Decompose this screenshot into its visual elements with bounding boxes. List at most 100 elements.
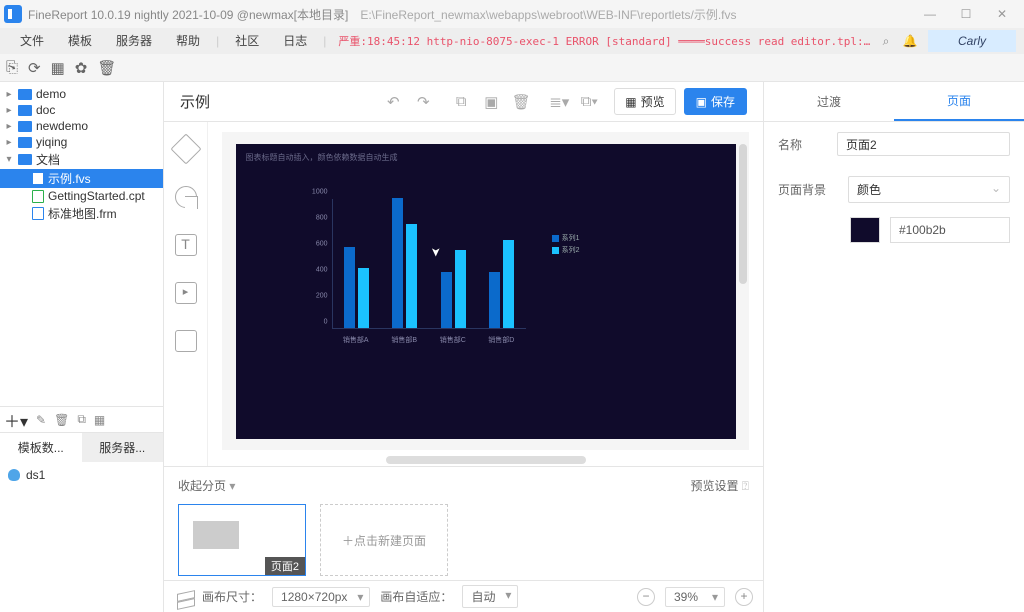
pages-panel: 收起分页 预览设置 页面2 ＋ 点击新建页面 (164, 466, 763, 580)
canvas-viewport[interactable]: 图表标题自动插入，颜色依赖数据自动生成 02004006008001000 销售… (222, 132, 749, 450)
undo-button[interactable]: ↶ (378, 93, 408, 111)
redo-button[interactable]: ↷ (408, 93, 438, 111)
document-toolbar: 示例 ↶ ↷ ⧉ ▣ 🗑 ≣▾ ⧉▾ ▦预览 ▣保存 (164, 82, 763, 122)
maximize-button[interactable]: ☐ (948, 0, 984, 28)
vertical-scrollbar[interactable] (739, 144, 747, 284)
view-datasource-icon[interactable]: ▦ (94, 413, 105, 427)
minimize-button[interactable]: — (912, 0, 948, 28)
new-file-icon[interactable]: ⎘ (6, 59, 18, 76)
background-type-select[interactable]: 颜色 (848, 176, 1010, 203)
edit-datasource-icon[interactable]: ✎ (36, 413, 46, 427)
name-label: 名称 (778, 136, 827, 153)
search-icon[interactable]: ⌕ (874, 34, 898, 49)
bell-icon[interactable]: 🔔 (898, 34, 922, 48)
menu-help[interactable]: 帮助 (164, 28, 212, 54)
color-hex-input[interactable] (890, 217, 1010, 243)
close-button[interactable]: ✕ (984, 0, 1020, 28)
app-title: FineReport 10.0.19 nightly 2021-10-09 @n… (28, 6, 348, 23)
datasource-item[interactable]: ds1 (8, 468, 155, 482)
chart-tool-icon[interactable] (175, 186, 197, 208)
tab-template-data[interactable]: 模板数... (0, 433, 82, 462)
component-rail (164, 122, 208, 466)
zoom-out-button[interactable]: − (637, 588, 655, 606)
delete-datasource-icon[interactable]: 🗑 (54, 413, 69, 427)
menu-template[interactable]: 模板 (56, 28, 104, 54)
layers-icon[interactable] (174, 588, 192, 606)
collapse-pages-button[interactable]: 收起分页 (178, 477, 235, 494)
menu-server[interactable]: 服务器 (104, 28, 164, 54)
menu-community[interactable]: 社区 (223, 28, 271, 54)
paste-button[interactable]: ▣ (476, 93, 506, 111)
chart-plot (332, 199, 526, 329)
settings-icon[interactable]: ✿ (75, 59, 88, 77)
log-message: 严重:18:45:12 http-nio-8075-exec-1 ERROR [… (330, 33, 874, 49)
widget-tool-icon[interactable] (175, 330, 197, 352)
preview-icon: ▦ (625, 95, 636, 109)
zoom-select[interactable]: 39% (665, 587, 725, 607)
delete-element-button[interactable]: 🗑 (506, 93, 536, 111)
align-button[interactable]: ≣▾ (544, 93, 574, 111)
datasource-toolbar: ＋▾ ✎ 🗑 ⧉ ▦ (0, 406, 163, 432)
thumbnail-label: 页面2 (265, 557, 305, 575)
tree-file[interactable]: GettingStarted.cpt (0, 188, 163, 204)
tab-page[interactable]: 页面 (894, 82, 1024, 121)
tree-file[interactable]: 示例.fvs (0, 169, 163, 188)
thumbnail-preview (193, 521, 239, 549)
database-icon (8, 469, 20, 481)
chart-y-axis: 02004006008001000 (306, 199, 330, 329)
page-thumbnail[interactable]: 页面2 (178, 504, 306, 576)
copy-datasource-icon[interactable]: ⧉ (77, 412, 86, 427)
tree-folder[interactable]: ▸newdemo (0, 118, 163, 134)
file-toolbar: ⎘ ⟳ ▦ ✿ 🗑 (0, 54, 1024, 82)
tree-folder[interactable]: ▾文档 (0, 150, 163, 169)
canvas-size-select[interactable]: 1280×720px (272, 587, 370, 607)
app-logo-icon (4, 5, 22, 23)
zoom-in-button[interactable]: + (735, 588, 753, 606)
canvas-fit-label: 画布自适应： (380, 588, 452, 605)
file-tree[interactable]: ▸demo▸doc▸newdemo▸yiqing▾文档示例.fvsGetting… (0, 82, 163, 406)
tree-folder[interactable]: ▸yiqing (0, 134, 163, 150)
bar-chart[interactable]: 02004006008001000 销售部A销售部B销售部C销售部D 系列1系列… (306, 199, 586, 349)
preview-button[interactable]: ▦预览 (614, 88, 675, 115)
page-name-input[interactable] (837, 132, 1010, 156)
background-label: 页面背景 (778, 181, 838, 198)
clipboard-icon[interactable]: ▦ (51, 59, 65, 77)
copy-button[interactable]: ⧉ (446, 93, 476, 110)
tree-folder[interactable]: ▸demo (0, 86, 163, 102)
properties-panel: 过渡 页面 名称 页面背景 颜色 (764, 82, 1024, 612)
menu-log[interactable]: 日志 (271, 28, 319, 54)
tree-file[interactable]: 标准地图.frm (0, 204, 163, 223)
layer-button[interactable]: ⧉▾ (574, 93, 604, 110)
menu-bar: 文件 模板 服务器 帮助 | 社区 日志 | 严重:18:45:12 http-… (0, 28, 1024, 54)
chart-x-axis: 销售部A销售部B销售部C销售部D (332, 335, 526, 345)
tab-transition[interactable]: 过渡 (764, 82, 894, 121)
menu-file[interactable]: 文件 (8, 28, 56, 54)
horizontal-scrollbar[interactable] (386, 456, 586, 464)
chart-legend: 系列1系列2 (552, 233, 580, 257)
cube-tool-icon[interactable] (170, 133, 201, 164)
editor-panel: 示例 ↶ ↷ ⧉ ▣ 🗑 ≣▾ ⧉▾ ▦预览 ▣保存 图表 (164, 82, 764, 612)
tab-server-data[interactable]: 服务器... (82, 433, 164, 462)
media-tool-icon[interactable] (175, 282, 197, 304)
preview-settings-button[interactable]: 预览设置 (690, 477, 749, 494)
canvas[interactable]: 图表标题自动插入，颜色依赖数据自动生成 02004006008001000 销售… (236, 144, 736, 439)
delete-icon[interactable]: 🗑 (97, 59, 116, 77)
datasource-name: ds1 (26, 468, 45, 482)
add-page-button[interactable]: ＋ 点击新建页面 (320, 504, 448, 576)
chart-caption: 图表标题自动插入，颜色依赖数据自动生成 (246, 152, 398, 163)
canvas-fit-select[interactable]: 自动 (462, 585, 518, 608)
document-title: 示例 (180, 91, 210, 112)
tree-folder[interactable]: ▸doc (0, 102, 163, 118)
text-tool-icon[interactable] (175, 234, 197, 256)
title-bar: FineReport 10.0.19 nightly 2021-10-09 @n… (0, 0, 1024, 28)
status-bar: 画布尺寸： 1280×720px 画布自适应： 自动 − 39% + (164, 580, 763, 612)
refresh-icon[interactable]: ⟳ (28, 59, 41, 77)
document-path: E:\FineReport_newmax\webapps\webroot\WEB… (360, 6, 736, 23)
save-icon: ▣ (696, 95, 707, 109)
add-datasource-button[interactable]: ＋▾ (4, 408, 28, 432)
canvas-size-label: 画布尺寸： (202, 588, 262, 605)
color-swatch[interactable] (850, 217, 880, 243)
user-badge[interactable]: Carly (928, 30, 1016, 52)
explorer-panel: ▸demo▸doc▸newdemo▸yiqing▾文档示例.fvsGetting… (0, 82, 164, 612)
save-button[interactable]: ▣保存 (684, 88, 747, 115)
